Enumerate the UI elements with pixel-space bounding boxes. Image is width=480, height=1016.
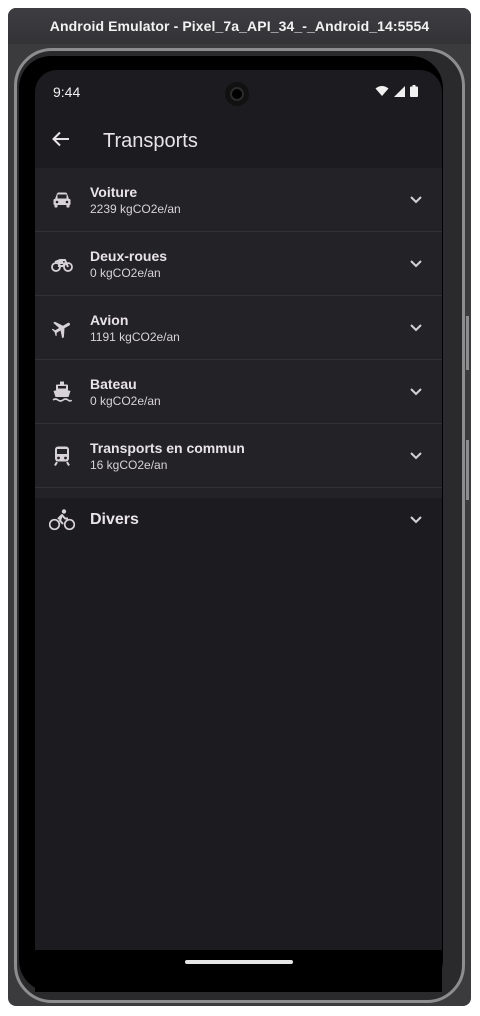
item-emission: 0 kgCO2e/an: [90, 393, 161, 408]
boat-icon: [35, 381, 89, 403]
item-title: Voiture: [90, 183, 138, 200]
volume-button[interactable]: [466, 440, 469, 500]
item-title: Divers: [90, 511, 139, 528]
item-emission: 1191 kgCO2e/an: [90, 329, 180, 344]
item-title: Bateau: [90, 375, 137, 392]
back-button[interactable]: [35, 114, 87, 168]
arrow-back-icon: [52, 131, 70, 152]
signal-icon: [394, 84, 405, 100]
bicycle-icon: [35, 509, 89, 531]
list-item-transports-en-commun[interactable]: Transports en commun 16 kgCO2e/an: [35, 424, 442, 488]
chevron-down-icon[interactable]: [390, 451, 442, 460]
window-title: Android Emulator - Pixel_7a_API_34_-_And…: [8, 8, 471, 44]
chevron-down-icon[interactable]: [390, 387, 442, 396]
item-emission: 0 kgCO2e/an: [90, 265, 161, 280]
chevron-down-icon[interactable]: [390, 195, 442, 204]
item-emission: 16 kgCO2e/an: [90, 457, 168, 472]
phone-screen: 9:44 Transports Voiture 2239 kgCO2e/an D…: [35, 70, 442, 950]
list-item-divers[interactable]: Divers: [35, 488, 442, 552]
status-time: 9:44: [53, 84, 81, 100]
list-item-bateau[interactable]: Bateau 0 kgCO2e/an: [35, 360, 442, 424]
status-icons: [375, 84, 418, 100]
transport-list: Voiture 2239 kgCO2e/an Deux-roues 0 kgCO…: [35, 168, 442, 531]
train-icon: [35, 446, 89, 466]
item-title: Transports en commun: [90, 439, 245, 456]
power-button[interactable]: [466, 316, 469, 370]
home-gesture-handle[interactable]: [185, 960, 293, 964]
list-item-deux-roues[interactable]: Deux-roues 0 kgCO2e/an: [35, 232, 442, 296]
chevron-down-icon[interactable]: [390, 516, 442, 524]
car-icon: [35, 191, 89, 209]
item-title: Avion: [90, 311, 129, 328]
app-bar: Transports: [35, 114, 442, 168]
battery-icon: [410, 84, 418, 100]
chevron-down-icon[interactable]: [390, 259, 442, 268]
chevron-down-icon[interactable]: [390, 323, 442, 332]
front-camera: [225, 82, 249, 106]
page-title: Transports: [103, 129, 198, 152]
navigation-bar: [35, 950, 442, 992]
item-title: Deux-roues: [90, 247, 168, 264]
list-item-voiture[interactable]: Voiture 2239 kgCO2e/an: [35, 168, 442, 232]
item-emission: 2239 kgCO2e/an: [90, 201, 181, 216]
wifi-icon: [375, 84, 389, 100]
airplane-icon: [35, 318, 89, 338]
motorcycle-icon: [35, 256, 89, 272]
list-item-avion[interactable]: Avion 1191 kgCO2e/an: [35, 296, 442, 360]
